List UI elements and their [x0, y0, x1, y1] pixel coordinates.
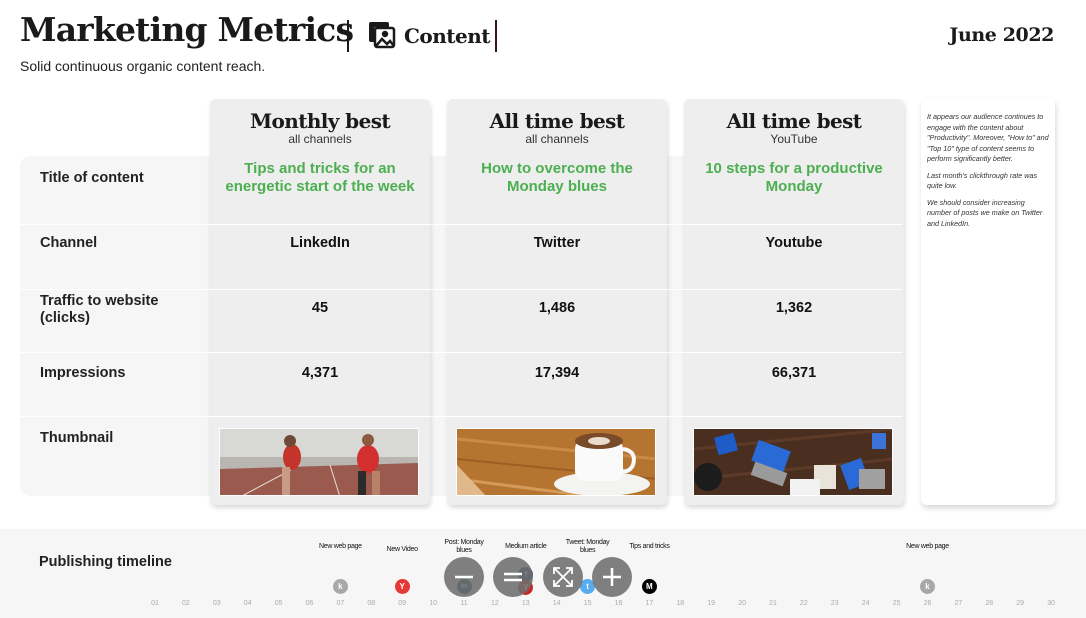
- row-label-thumbnail: Thumbnail: [40, 430, 114, 446]
- web-page-icon[interactable]: k: [332, 579, 348, 594]
- thumbnail-team-laptops[interactable]: [693, 428, 893, 496]
- row-label-traffic: Traffic to website (clicks): [40, 293, 159, 326]
- content-title-link[interactable]: 10 steps for a productive Monday: [696, 160, 892, 196]
- timeline-day-label: 13: [521, 600, 530, 607]
- timeline-day-label: 22: [799, 600, 808, 607]
- equals-icon: [504, 572, 522, 582]
- timeline-day-label: 11: [460, 600, 468, 607]
- timeline-day-label: 09: [398, 600, 407, 607]
- row-divider: [20, 416, 902, 417]
- card-subheading: YouTube: [770, 132, 818, 146]
- report-date: June 2022: [949, 24, 1054, 46]
- timeline-event-label: New Video: [386, 546, 418, 553]
- timeline-day-label: 21: [769, 600, 777, 607]
- timeline-day-label: 25: [892, 600, 901, 607]
- channel-value: Twitter: [533, 235, 581, 251]
- section-label: Content: [404, 24, 491, 48]
- card-heading: Monthly best: [250, 109, 391, 133]
- timeline-event-label: Tweet: Monday blues: [565, 539, 610, 554]
- row-label-title: Title of content: [40, 170, 144, 186]
- card-subheading: all channels: [525, 132, 589, 146]
- content-title-link[interactable]: How to overcome the Monday blues: [459, 160, 655, 196]
- row-divider: [20, 224, 902, 225]
- traffic-value: 45: [311, 300, 329, 316]
- traffic-value: 1,486: [538, 300, 576, 316]
- timeline-day-label: 15: [583, 600, 592, 607]
- thumbnail-coffee[interactable]: [456, 428, 656, 496]
- timeline-event-label: Post: Monday blues: [444, 539, 484, 554]
- page-subtitle: Solid continuous organic content reach.: [20, 58, 266, 74]
- timeline-day-label: 29: [1016, 600, 1025, 607]
- note-paragraph: It appears our audience continues to eng…: [927, 112, 1049, 163]
- zoom-in-button[interactable]: [592, 557, 632, 597]
- content-title-link[interactable]: Tips and tricks for an energetic start o…: [222, 160, 418, 196]
- card-monthly-best: Monthly best all channels Tips and trick…: [210, 99, 430, 505]
- card-all-time-best-youtube: All time best YouTube 10 steps for a pro…: [684, 99, 904, 505]
- card-heading: All time best: [726, 109, 862, 133]
- image-gallery-icon: [369, 22, 396, 49]
- reset-zoom-button[interactable]: [493, 557, 533, 597]
- title-divider-end: [495, 20, 497, 52]
- note-paragraph: We should consider increasing number of …: [927, 197, 1043, 228]
- timeline-day-label: 02: [181, 600, 190, 607]
- timeline-day-label: 12: [490, 600, 499, 607]
- timeline-event-label: New web page: [319, 543, 362, 550]
- timeline-day-label: 20: [738, 600, 746, 607]
- timeline-day-label: 14: [552, 600, 561, 607]
- card-subheading: all channels: [288, 132, 352, 146]
- impressions-value: 66,371: [771, 365, 817, 381]
- timeline-day-label: 26: [923, 600, 932, 607]
- timeline-event-label: New web page: [906, 543, 949, 550]
- insights-notes-panel: It appears our audience continues to eng…: [921, 99, 1055, 505]
- timeline-day-label: 01: [151, 600, 159, 607]
- timeline-day-label: 05: [274, 600, 283, 607]
- zoom-out-button[interactable]: [444, 557, 484, 597]
- minus-icon: [455, 575, 473, 579]
- impressions-value: 4,371: [301, 365, 339, 381]
- timeline-day-label: 27: [954, 600, 963, 607]
- web-page-icon[interactable]: k: [920, 579, 935, 594]
- title-divider: [347, 20, 349, 52]
- timeline-event-label: Medium article: [505, 543, 547, 550]
- timeline-day-label: 03: [212, 600, 221, 607]
- timeline-day-label: 19: [707, 600, 716, 607]
- note-paragraph: Last month's clickthrough rate was quite…: [927, 170, 1038, 191]
- traffic-value: 1,362: [775, 300, 813, 316]
- channel-value: Youtube: [765, 235, 823, 251]
- timeline-day-label: 04: [243, 600, 252, 607]
- thumbnail-sprinters[interactable]: [219, 428, 419, 496]
- page-title: Marketing Metrics: [20, 10, 354, 49]
- timeline-day-label: 30: [1047, 600, 1055, 607]
- card-all-time-best: All time best all channels How to overco…: [447, 99, 667, 505]
- card-heading: All time best: [489, 109, 625, 133]
- youtube-icon[interactable]: Y: [394, 579, 410, 594]
- timeline-label: Publishing timeline: [39, 554, 172, 570]
- timeline-day-label: 06: [305, 600, 314, 607]
- row-label-impressions: Impressions: [40, 365, 126, 381]
- fit-to-screen-button[interactable]: [543, 557, 583, 597]
- row-divider: [20, 289, 902, 290]
- timeline-day-label: 10: [429, 600, 437, 607]
- timeline-event-label: Tips and tricks: [629, 543, 670, 550]
- timeline-day-label: 17: [645, 600, 654, 607]
- channel-value: LinkedIn: [290, 235, 350, 251]
- expand-arrows-icon: [553, 567, 573, 587]
- timeline-day-label: 18: [676, 600, 685, 607]
- timeline-day-label: 23: [830, 600, 839, 607]
- timeline-day-label: 07: [336, 600, 345, 607]
- timeline-day-label: 16: [614, 600, 623, 607]
- timeline-day-label: 28: [985, 600, 994, 607]
- row-label-channel: Channel: [40, 235, 98, 251]
- medium-icon[interactable]: M: [641, 579, 657, 594]
- row-divider: [20, 352, 902, 353]
- timeline-day-label: 24: [861, 600, 870, 607]
- plus-icon: [603, 568, 621, 586]
- impressions-value: 17,394: [534, 365, 580, 381]
- timeline-day-label: 08: [367, 600, 376, 607]
